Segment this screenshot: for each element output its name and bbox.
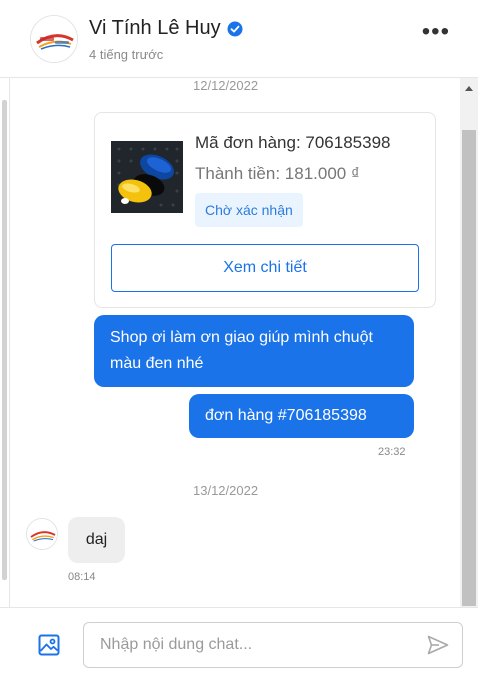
product-image[interactable] — [111, 141, 183, 213]
chat-scrollbar-thumb[interactable] — [462, 130, 476, 606]
message-composer — [0, 607, 478, 678]
more-options-icon[interactable]: ••• — [422, 20, 450, 44]
chat-message-input[interactable] — [83, 622, 463, 668]
shop-name-row[interactable]: Vi Tính Lê Huy — [89, 17, 243, 40]
last-seen-status: 4 tiếng trước — [89, 47, 164, 62]
left-panel-scrollbar[interactable] — [2, 100, 7, 580]
verified-check-icon — [227, 21, 243, 36]
mouse-product-photo-icon — [111, 141, 183, 213]
shop-avatar[interactable] — [30, 15, 78, 63]
order-id: Mã đơn hàng: 706185398 — [195, 133, 391, 152]
date-separator: 12/12/2022 — [193, 78, 259, 93]
outgoing-message[interactable]: Shop ơi làm ơn giao giúp mình chuột màu … — [94, 315, 414, 387]
outgoing-message[interactable]: đơn hàng #706185398 — [189, 394, 414, 438]
shop-logo-icon — [31, 16, 77, 62]
incoming-message[interactable]: daj — [68, 517, 125, 563]
order-status-badge: Chờ xác nhận — [195, 193, 303, 227]
order-total: Thành tiền: 181.000 ₫ — [195, 164, 360, 183]
chat-header: Vi Tính Lê Huy 4 tiếng trước ••• — [0, 0, 478, 78]
order-card: Mã đơn hàng: 706185398 Thành tiền: 181.0… — [94, 112, 436, 308]
shop-logo-icon — [27, 519, 57, 549]
shop-name[interactable]: Vi Tính Lê Huy — [89, 17, 221, 40]
scroll-up-arrow-icon[interactable] — [465, 86, 473, 91]
shop-avatar-small[interactable] — [26, 518, 58, 550]
view-details-button[interactable]: Xem chi tiết — [111, 244, 419, 292]
message-timestamp: 08:14 — [68, 571, 96, 583]
image-upload-icon[interactable] — [37, 633, 61, 657]
send-icon[interactable] — [427, 635, 449, 655]
date-separator: 13/12/2022 — [193, 483, 259, 498]
message-timestamp: 23:32 — [378, 446, 406, 458]
